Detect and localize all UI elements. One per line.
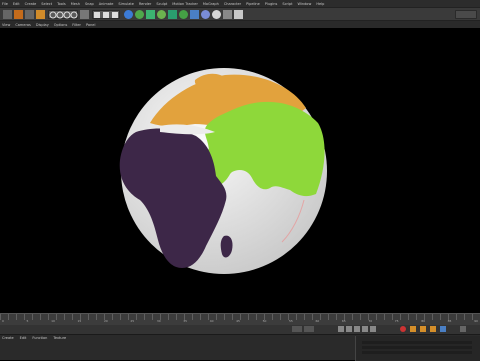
menu-item-mesh[interactable]: Mesh bbox=[71, 2, 80, 6]
frame-label: 20 bbox=[103, 319, 108, 323]
menu-item-simulate[interactable]: Simulate bbox=[118, 2, 133, 6]
playback-bar bbox=[0, 325, 480, 334]
go-to-end-icon[interactable] bbox=[370, 326, 376, 332]
end-frame-field[interactable] bbox=[304, 326, 314, 332]
panel-tab-edit[interactable]: Edit bbox=[20, 336, 27, 340]
render-icons bbox=[94, 12, 118, 18]
material-icon[interactable] bbox=[223, 10, 232, 19]
keyframe-scale-icon[interactable] bbox=[420, 326, 426, 332]
timeline[interactable]: 0 5 10 15 20 25 30 35 40 45 50 55 60 65 70 75 80 85 90 bbox=[0, 313, 480, 325]
timeline-menu-icon[interactable] bbox=[460, 326, 466, 332]
frame-label: 90 bbox=[474, 319, 478, 323]
bottom-panel: Create Edit Function Texture bbox=[0, 334, 480, 361]
go-to-start-icon[interactable] bbox=[338, 326, 344, 332]
menu-item-character[interactable]: Character bbox=[224, 2, 241, 6]
menu-item-window[interactable]: Window bbox=[298, 2, 312, 6]
viewport-menu-item-display[interactable]: Display bbox=[36, 23, 49, 27]
world-coordinates-icon[interactable] bbox=[80, 10, 89, 19]
panel-tab-create[interactable]: Create bbox=[2, 336, 14, 340]
menu-item-motion-tracker[interactable]: Motion Tracker bbox=[172, 2, 198, 6]
menu-item-snap[interactable]: Snap bbox=[85, 2, 94, 6]
scale-icon[interactable] bbox=[36, 10, 45, 19]
main-menu-bar: File Edit Create Select Tools Mesh Snap Animate… bbox=[0, 0, 480, 7]
frame-label: 0 bbox=[2, 319, 4, 323]
menu-item-create[interactable]: Create bbox=[25, 2, 37, 6]
globe-render bbox=[119, 68, 327, 274]
frame-label: 25 bbox=[130, 319, 135, 323]
light-icon[interactable] bbox=[212, 10, 221, 19]
menu-item-script[interactable]: Script bbox=[282, 2, 292, 6]
coord-row-y[interactable] bbox=[362, 346, 472, 349]
camera-icon[interactable] bbox=[201, 10, 210, 19]
viewport-menu-item-view[interactable]: View bbox=[2, 23, 10, 27]
3d-viewport[interactable] bbox=[0, 28, 480, 313]
menu-item-tools[interactable]: Tools bbox=[57, 2, 66, 6]
array-icon[interactable] bbox=[146, 10, 155, 19]
viewport-menu-item-filter[interactable]: Filter bbox=[72, 23, 81, 27]
viewport-menu-bar: View Cameras Display Options Filter Panel bbox=[0, 21, 480, 28]
frame-label: 55 bbox=[289, 319, 293, 323]
menu-item-sculpt[interactable]: Sculpt bbox=[156, 2, 167, 6]
panel-tab-function[interactable]: Function bbox=[32, 336, 47, 340]
keyframe-rotation-icon[interactable] bbox=[430, 326, 436, 332]
frame-label: 85 bbox=[447, 319, 452, 323]
cube-primitive-icon[interactable] bbox=[124, 10, 133, 19]
generator-icon[interactable] bbox=[168, 10, 177, 19]
keyframe-param-icon[interactable] bbox=[440, 326, 446, 332]
timeline-frame-labels: 0 5 10 15 20 25 30 35 40 45 50 55 60 65 70 75 80 85 90 bbox=[2, 319, 478, 323]
step-forward-icon[interactable] bbox=[362, 326, 368, 332]
frame-label: 40 bbox=[209, 319, 214, 323]
play-icon[interactable] bbox=[354, 326, 360, 332]
menu-item-animate[interactable]: Animate bbox=[99, 2, 114, 6]
menu-item-pipeline[interactable]: Pipeline bbox=[246, 2, 260, 6]
material-manager-tabs: Create Edit Function Texture bbox=[2, 336, 66, 340]
menu-item-select[interactable]: Select bbox=[41, 2, 52, 6]
frame-label: 10 bbox=[51, 319, 55, 323]
menu-item-mograph[interactable]: MoGraph bbox=[203, 2, 219, 6]
environment-icon[interactable] bbox=[190, 10, 199, 19]
menu-item-plugins[interactable]: Plugins bbox=[265, 2, 278, 6]
coord-row-z[interactable] bbox=[362, 351, 472, 354]
coordinates-panel bbox=[355, 336, 480, 361]
subdivision-icon[interactable] bbox=[135, 10, 144, 19]
current-frame-field[interactable] bbox=[292, 326, 302, 332]
live-selection-icon[interactable] bbox=[14, 10, 23, 19]
frame-label: 70 bbox=[368, 319, 373, 323]
deformer-icon[interactable] bbox=[157, 10, 166, 19]
frame-label: 45 bbox=[236, 319, 240, 323]
view-panel-switcher[interactable] bbox=[455, 10, 477, 19]
menu-item-render[interactable]: Render bbox=[139, 2, 151, 6]
move-icon[interactable] bbox=[25, 10, 34, 19]
axis-lock-group[interactable] bbox=[48, 10, 78, 19]
undo-icon[interactable] bbox=[3, 10, 12, 19]
render-buttons-group[interactable] bbox=[92, 10, 120, 19]
menu-item-file[interactable]: File bbox=[2, 2, 8, 6]
axis-icons bbox=[49, 11, 78, 19]
step-back-icon[interactable] bbox=[346, 326, 352, 332]
coord-row-x[interactable] bbox=[362, 341, 472, 344]
frame-label: 60 bbox=[315, 319, 320, 323]
frame-label: 65 bbox=[341, 319, 346, 323]
layout-icon[interactable] bbox=[234, 10, 243, 19]
main-toolbar bbox=[0, 7, 480, 21]
mograph-icon[interactable] bbox=[179, 10, 188, 19]
viewport-menu-item-cameras[interactable]: Cameras bbox=[15, 23, 31, 27]
frame-label: 15 bbox=[77, 319, 82, 323]
menu-item-edit[interactable]: Edit bbox=[13, 2, 20, 6]
record-icon[interactable] bbox=[400, 326, 406, 332]
menu-item-help[interactable]: Help bbox=[316, 2, 324, 6]
frame-label: 80 bbox=[421, 319, 426, 323]
frame-label: 35 bbox=[183, 319, 188, 323]
viewport-menu-item-options[interactable]: Options bbox=[54, 23, 68, 27]
panel-tab-texture[interactable]: Texture bbox=[53, 336, 66, 340]
frame-label: 50 bbox=[262, 319, 267, 323]
frame-label: 75 bbox=[394, 319, 399, 323]
keyframe-position-icon[interactable] bbox=[410, 326, 416, 332]
viewport-menu-item-panel[interactable]: Panel bbox=[86, 23, 95, 27]
frame-label: 5 bbox=[26, 319, 29, 323]
frame-label: 30 bbox=[156, 319, 161, 323]
